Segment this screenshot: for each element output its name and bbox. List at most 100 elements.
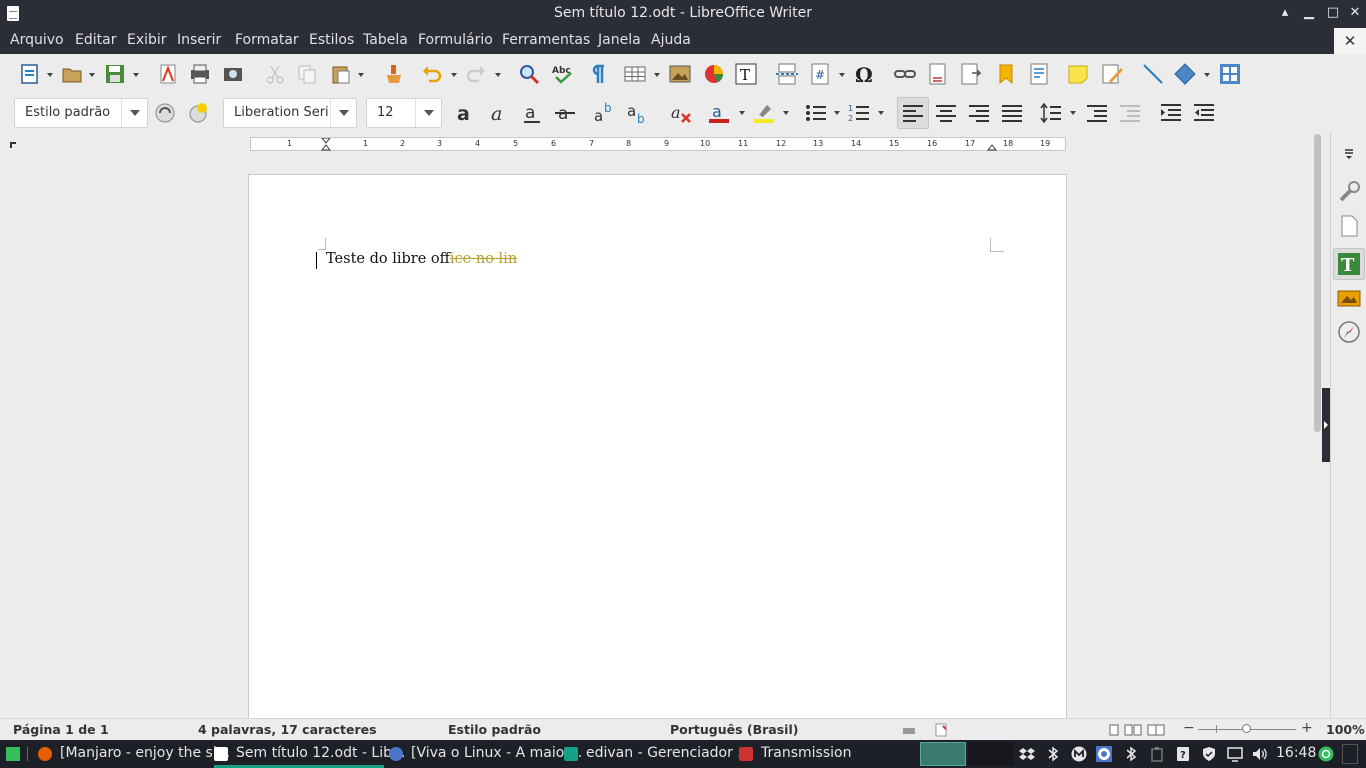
- scrollbar-thumb[interactable]: [1314, 134, 1321, 432]
- insert-table-icon[interactable]: [624, 63, 646, 85]
- open-icon[interactable]: [61, 63, 83, 85]
- page-count[interactable]: Página 1 de 1: [13, 722, 109, 737]
- paragraph-style-status[interactable]: Estilo padrão: [448, 722, 541, 737]
- font-color-dropdown-arrow[interactable]: [739, 111, 745, 115]
- multi-page-view-icon[interactable]: [1124, 724, 1142, 736]
- cross-reference-icon[interactable]: [1028, 63, 1050, 85]
- print-preview-icon[interactable]: [222, 63, 244, 85]
- left-indent-marker[interactable]: [321, 138, 331, 151]
- dropbox-icon[interactable]: [1019, 746, 1035, 762]
- font-size-combo[interactable]: 12: [366, 98, 442, 128]
- field-dropdown-arrow[interactable]: [839, 73, 845, 77]
- vertical-scrollbar[interactable]: [1312, 132, 1322, 718]
- selection-mode-icon[interactable]: [902, 724, 916, 736]
- paste-icon[interactable]: [330, 63, 352, 85]
- hyperlink-icon[interactable]: [894, 63, 916, 85]
- subscript-icon[interactable]: ab: [627, 102, 649, 124]
- highlight-dropdown-arrow[interactable]: [783, 111, 789, 115]
- clone-formatting-icon[interactable]: [383, 63, 405, 85]
- spelling-icon[interactable]: Abc: [552, 63, 574, 85]
- bluetooth-icon[interactable]: [1045, 746, 1061, 762]
- redo-icon[interactable]: [465, 63, 487, 85]
- language-status[interactable]: Português (Brasil): [670, 722, 798, 737]
- show-draw-functions-icon[interactable]: [1219, 63, 1241, 85]
- strikethrough-icon[interactable]: a: [554, 102, 576, 124]
- power-icon[interactable]: [1318, 746, 1334, 762]
- font-name-combo[interactable]: Liberation Seri: [223, 98, 357, 128]
- open-dropdown-arrow[interactable]: [89, 73, 95, 77]
- menu-arquivo[interactable]: Arquivo: [10, 32, 64, 48]
- unordered-list-icon[interactable]: [805, 102, 827, 124]
- bluetooth-tray-icon[interactable]: [1123, 746, 1139, 762]
- save-dropdown-arrow[interactable]: [133, 73, 139, 77]
- zoom-level[interactable]: 100%: [1326, 722, 1365, 737]
- basic-shapes-icon[interactable]: [1174, 63, 1196, 85]
- page-break-icon[interactable]: [776, 63, 798, 85]
- print-icon[interactable]: [189, 63, 211, 85]
- shapes-dropdown-arrow[interactable]: [1204, 73, 1210, 77]
- save-icon[interactable]: [104, 63, 126, 85]
- decrease-indent-icon[interactable]: [1193, 102, 1215, 124]
- redo-dropdown-arrow[interactable]: [495, 73, 501, 77]
- clipboard-icon[interactable]: [1149, 746, 1165, 762]
- copy-icon[interactable]: [296, 63, 318, 85]
- styles-icon[interactable]: T: [1337, 252, 1361, 276]
- chevron-down-icon[interactable]: [330, 99, 356, 127]
- display-icon[interactable]: [1227, 746, 1243, 762]
- document-text[interactable]: Teste do libre office no lin: [326, 251, 517, 267]
- properties-icon[interactable]: [1337, 180, 1361, 204]
- single-page-view-icon[interactable]: [1108, 724, 1120, 736]
- menu-estilos[interactable]: Estilos: [309, 32, 354, 48]
- book-view-icon[interactable]: [1147, 724, 1165, 736]
- chevron-down-icon[interactable]: [415, 99, 441, 127]
- zoom-slider-handle[interactable]: [1242, 724, 1251, 733]
- task-firefox[interactable]: [Manjaro - enjoy the si...: [38, 740, 230, 768]
- find-replace-icon[interactable]: [518, 63, 540, 85]
- line-icon[interactable]: [1142, 63, 1164, 85]
- task-chromium[interactable]: [Viva o Linux - A maior...: [389, 740, 582, 768]
- unordered-list-dropdown-arrow[interactable]: [834, 111, 840, 115]
- table-dropdown-arrow[interactable]: [654, 73, 660, 77]
- update-style-icon[interactable]: [154, 102, 176, 124]
- new-style-icon[interactable]: [187, 102, 209, 124]
- ordered-list-dropdown-arrow[interactable]: [878, 111, 884, 115]
- task-file-manager[interactable]: edivan - Gerenciador ...: [564, 740, 751, 768]
- menu-tabela[interactable]: Tabela: [363, 32, 408, 48]
- cut-icon[interactable]: [264, 63, 286, 85]
- navigator-icon[interactable]: [1337, 320, 1361, 344]
- italic-icon[interactable]: a: [488, 102, 510, 124]
- manjaro-menu-icon[interactable]: [6, 747, 20, 761]
- word-count[interactable]: 4 palavras, 17 caracteres: [198, 722, 377, 737]
- undo-icon[interactable]: [421, 63, 443, 85]
- horizontal-ruler[interactable]: 1 1 2 3 4 5 6 7 8 9 10 11 12 13 14 15 16…: [250, 137, 1066, 151]
- bookmark-icon[interactable]: [995, 63, 1017, 85]
- line-spacing-dropdown-arrow[interactable]: [1070, 111, 1076, 115]
- undo-dropdown-arrow[interactable]: [451, 73, 457, 77]
- menu-exibir[interactable]: Exibir: [127, 32, 167, 48]
- sidebar-menu-icon[interactable]: [1337, 142, 1361, 166]
- paste-dropdown-arrow[interactable]: [358, 73, 364, 77]
- footnote-icon[interactable]: [927, 63, 949, 85]
- track-changes-icon[interactable]: [1101, 63, 1123, 85]
- font-color-icon[interactable]: a: [708, 102, 730, 124]
- superscript-icon[interactable]: ab: [594, 102, 616, 124]
- sidebar-collapse-handle[interactable]: [1322, 388, 1330, 462]
- insert-chart-icon[interactable]: [703, 63, 725, 85]
- underline-icon[interactable]: a: [521, 102, 543, 124]
- bold-icon[interactable]: a: [454, 102, 476, 124]
- highlight-color-icon[interactable]: [753, 102, 775, 124]
- increase-paragraph-spacing-icon[interactable]: [1086, 102, 1108, 124]
- menu-formatar[interactable]: Formatar: [235, 32, 299, 48]
- right-indent-marker[interactable]: [987, 144, 997, 151]
- align-left-icon[interactable]: [902, 102, 924, 124]
- menu-editar[interactable]: Editar: [75, 32, 116, 48]
- clock[interactable]: 16:48: [1276, 745, 1316, 761]
- workspace-switcher-1[interactable]: [920, 742, 966, 766]
- menu-ajuda[interactable]: Ajuda: [651, 32, 691, 48]
- close-document-button[interactable]: ✕: [1334, 28, 1366, 54]
- mega-icon[interactable]: [1071, 746, 1087, 762]
- endnote-icon[interactable]: [960, 63, 982, 85]
- increase-indent-icon[interactable]: [1160, 102, 1182, 124]
- special-character-icon[interactable]: Ω: [854, 63, 876, 85]
- task-writer[interactable]: Sem título 12.odt - Lib...: [214, 740, 405, 768]
